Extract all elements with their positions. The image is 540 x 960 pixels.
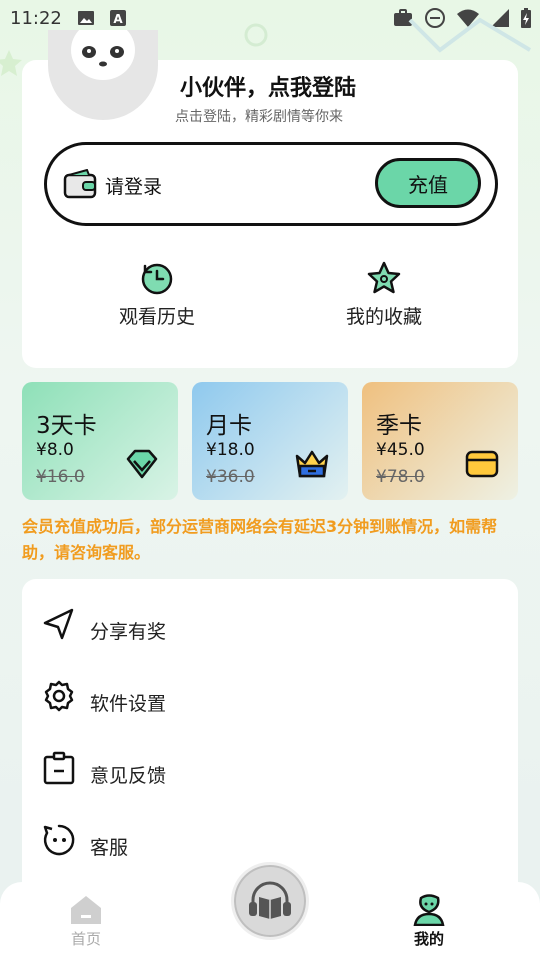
- diamond-icon: [124, 448, 160, 480]
- vip-price: ¥45.0: [376, 440, 425, 460]
- vip-original-price: ¥16.0: [36, 467, 85, 487]
- recharge-button[interactable]: 充值: [375, 158, 481, 208]
- login-subtitle: 点击登陆，精彩剧情等你来: [175, 109, 343, 125]
- card-icon: [464, 448, 500, 480]
- gear-icon: [42, 679, 76, 713]
- history-icon: [139, 260, 175, 296]
- share-icon: [42, 607, 76, 641]
- vip-price: ¥8.0: [36, 440, 74, 460]
- support-icon: [42, 823, 76, 857]
- profile-icon: [411, 894, 447, 927]
- player-button[interactable]: [231, 862, 309, 940]
- vip-original-price: ¥36.0: [206, 467, 255, 487]
- vip-card-3day[interactable]: 3天卡 ¥8.0 ¥16.0: [22, 382, 178, 500]
- svg-text:A: A: [113, 12, 123, 26]
- status-time: 11:22: [10, 7, 62, 29]
- menu-label: 软件设置: [90, 693, 167, 715]
- panda-avatar-icon: [71, 30, 135, 80]
- menu-label: 意见反馈: [90, 765, 167, 787]
- a-box-icon: A: [108, 8, 128, 28]
- feedback-icon: [42, 751, 76, 785]
- recharge-notice: 会员充值成功后，部分运营商网络会有延迟3分钟到账情况，如需帮助，请咨询客服。: [22, 517, 498, 562]
- wallet-bar[interactable]: 请登录 充值: [44, 142, 498, 226]
- wallet-login-text[interactable]: 请登录: [105, 172, 162, 199]
- star-icon: [366, 260, 402, 296]
- vip-original-price: ¥78.0: [376, 467, 425, 487]
- history-label: 观看历史: [118, 306, 195, 328]
- headphone-book-icon: [249, 881, 291, 919]
- crown-icon: [294, 448, 330, 480]
- nav-home[interactable]: 首页: [46, 894, 126, 949]
- vip-card-month[interactable]: 月卡 ¥18.0 ¥36.0: [192, 382, 348, 500]
- menu-item-feedback[interactable]: 意见反馈: [22, 731, 518, 803]
- nav-mine-label: 我的: [413, 930, 444, 948]
- favorites-button[interactable]: 我的收藏: [314, 260, 454, 329]
- image-icon: [76, 8, 96, 28]
- nav-mine[interactable]: 我的: [389, 894, 469, 949]
- home-icon: [68, 894, 104, 926]
- decor-star-left: [0, 48, 24, 82]
- vip-title: 3天卡: [36, 413, 97, 439]
- wallet-icon: [63, 168, 97, 199]
- login-title[interactable]: 小伙伴，点我登陆: [180, 70, 356, 102]
- decor-circle: [243, 22, 269, 52]
- menu-item-settings[interactable]: 软件设置: [22, 659, 518, 731]
- vip-title: 季卡: [376, 413, 422, 439]
- menu-item-share[interactable]: 分享有奖: [22, 587, 518, 659]
- vip-price: ¥18.0: [206, 440, 255, 460]
- vip-title: 月卡: [206, 413, 252, 439]
- menu-label: 分享有奖: [90, 621, 167, 643]
- avatar[interactable]: [48, 30, 158, 120]
- nav-home-label: 首页: [70, 930, 101, 948]
- history-button[interactable]: 观看历史: [87, 260, 227, 329]
- menu-label: 客服: [90, 837, 129, 859]
- profile-card[interactable]: 小伙伴，点我登陆 点击登陆，精彩剧情等你来 请登录 充值 观看历史 我的收藏: [22, 30, 518, 368]
- favorites-label: 我的收藏: [345, 306, 422, 328]
- vip-card-season[interactable]: 季卡 ¥45.0 ¥78.0: [362, 382, 518, 500]
